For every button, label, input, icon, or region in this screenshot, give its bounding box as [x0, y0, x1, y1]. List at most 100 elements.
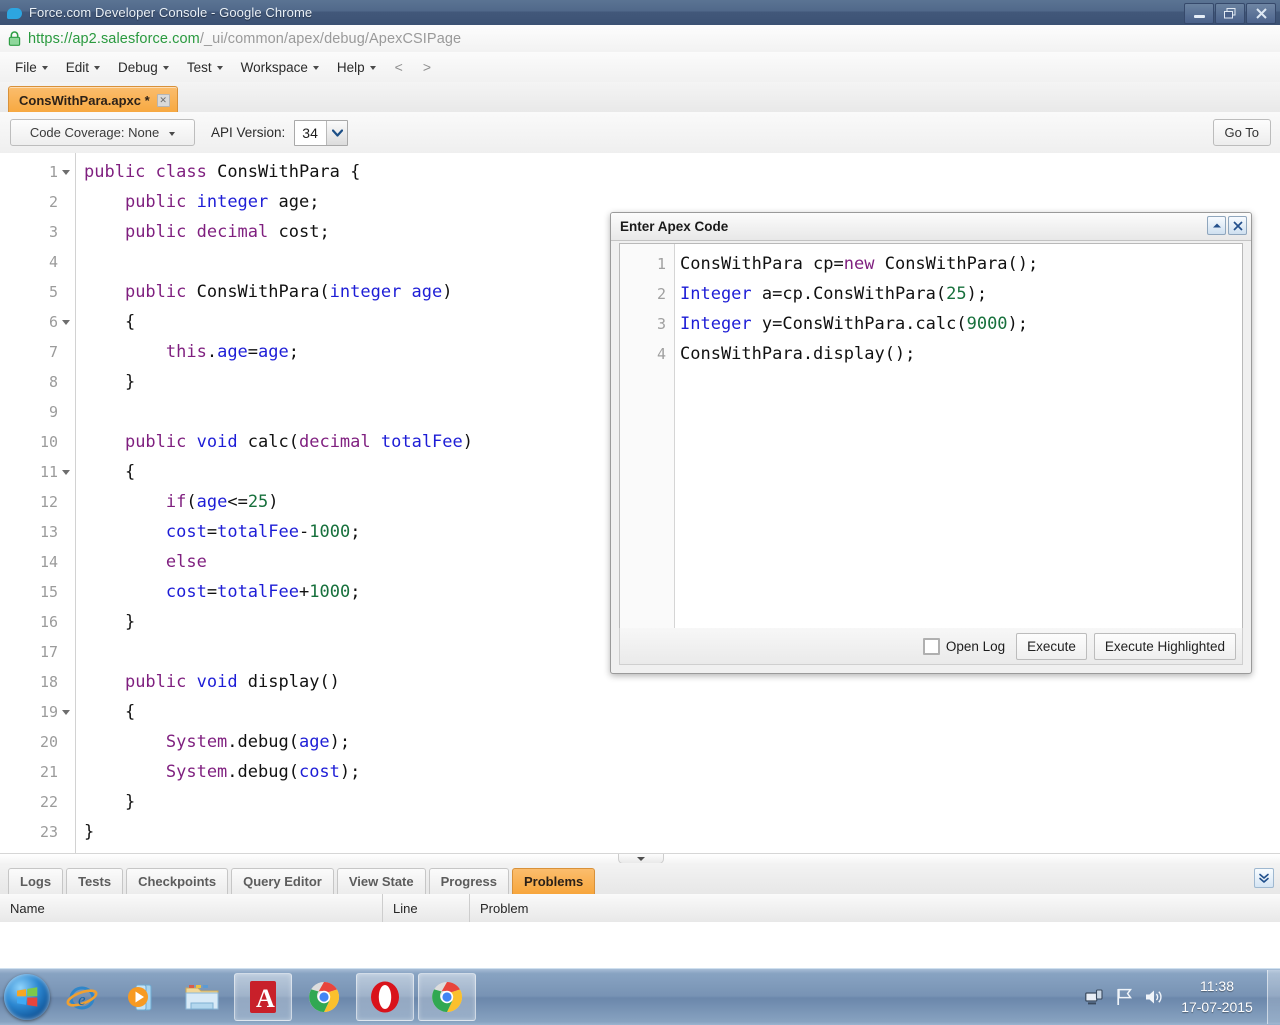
file-tab-conswithpara[interactable]: ConsWithPara.apxc * ✕	[8, 86, 178, 113]
dialog-title-bar: Enter Apex Code	[611, 213, 1251, 241]
bottom-tab-label: Query Editor	[243, 874, 322, 889]
file-explorer-icon[interactable]	[174, 974, 230, 1020]
open-log-checkbox[interactable]	[923, 638, 940, 655]
google-chrome-icon[interactable]	[296, 974, 352, 1020]
editor-code-line[interactable]: cost=totalFee-1000;	[84, 517, 360, 547]
apex-code-area[interactable]: ConsWithPara cp=new ConsWithPara();Integ…	[675, 244, 1242, 642]
fold-triangle-icon[interactable]	[60, 320, 71, 325]
nav-prev-button[interactable]: <	[385, 56, 413, 78]
chevron-down-icon[interactable]	[326, 121, 347, 145]
bottom-tab-tests[interactable]: Tests	[66, 868, 123, 894]
execute-button[interactable]: Execute	[1016, 633, 1087, 660]
editor-code-line[interactable]: public void display()	[84, 667, 340, 697]
restore-button[interactable]	[1215, 3, 1245, 24]
chevron-double-down-icon[interactable]	[1254, 868, 1274, 888]
editor-code-line[interactable]: {	[84, 307, 135, 337]
menu-item-help[interactable]: Help	[328, 57, 385, 78]
editor-code-line[interactable]: {	[84, 697, 135, 727]
editor-code-line[interactable]: this.age=age;	[84, 337, 299, 367]
editor-line-number: 18	[0, 667, 75, 697]
menu-item-workspace[interactable]: Workspace	[232, 57, 328, 78]
menu-label: Test	[187, 60, 212, 75]
menu-item-file[interactable]: File	[6, 57, 57, 78]
open-log-checkbox-wrap[interactable]: Open Log	[923, 638, 1005, 655]
lock-icon	[8, 31, 21, 46]
fold-triangle-icon[interactable]	[60, 470, 71, 475]
fold-triangle-icon[interactable]	[60, 710, 71, 715]
minimize-button[interactable]	[1184, 3, 1214, 24]
menu-label: Help	[337, 60, 365, 75]
fold-triangle-icon[interactable]	[60, 170, 71, 175]
editor-line-number: 1	[0, 157, 75, 187]
apex-code-line[interactable]: Integer a=cp.ConsWithPara(25);	[680, 279, 987, 309]
menu-label: Edit	[66, 60, 89, 75]
editor-line-number: 20	[0, 727, 75, 757]
menu-item-edit[interactable]: Edit	[57, 57, 109, 78]
taskbar-clock[interactable]: 11:38 17-07-2015	[1169, 969, 1265, 1025]
action-center-flag-icon[interactable]	[1109, 969, 1139, 1025]
editor-code-line[interactable]: public class ConsWithPara {	[84, 157, 360, 187]
bottom-tab-problems[interactable]: Problems	[512, 868, 595, 894]
address-bar[interactable]: https://ap2.salesforce.com/_ui/common/ap…	[0, 25, 1280, 53]
editor-code-line[interactable]: System.debug(cost);	[84, 757, 360, 787]
volume-icon[interactable]	[1139, 969, 1169, 1025]
go-to-button[interactable]: Go To	[1213, 119, 1271, 146]
execute-highlighted-button[interactable]: Execute Highlighted	[1094, 633, 1236, 660]
enter-apex-code-dialog[interactable]: Enter Apex Code 1234 ConsWithPara cp=new…	[610, 212, 1252, 674]
editor-code-line[interactable]: {	[84, 457, 135, 487]
editor-line-number: 4	[0, 247, 75, 277]
menu-item-debug[interactable]: Debug	[109, 57, 178, 78]
adobe-reader-icon[interactable]: A	[234, 973, 292, 1021]
apex-code-line[interactable]: Integer y=ConsWithPara.calc(9000);	[680, 309, 1028, 339]
chevron-up-icon[interactable]	[1207, 216, 1226, 235]
editor-code-line[interactable]: public void calc(decimal totalFee)	[84, 427, 473, 457]
editor-code-line[interactable]: public ConsWithPara(integer age)	[84, 277, 453, 307]
bottom-tab-label: Tests	[78, 874, 111, 889]
editor-line-number: 16	[0, 607, 75, 637]
close-icon[interactable]	[1228, 216, 1247, 235]
apex-code-line[interactable]: ConsWithPara cp=new ConsWithPara();	[680, 249, 1038, 279]
api-version-select[interactable]: 34	[294, 120, 348, 146]
network-icon[interactable]	[1079, 969, 1109, 1025]
editor-code-line[interactable]: else	[84, 547, 207, 577]
editor-code-line[interactable]: }	[84, 817, 94, 847]
bottom-tab-label: Progress	[441, 874, 497, 889]
editor-line-number: 6	[0, 307, 75, 337]
internet-explorer-icon[interactable]: e	[54, 974, 110, 1020]
bottom-tab-view-state[interactable]: View State	[337, 868, 426, 894]
google-chrome-icon[interactable]	[418, 973, 476, 1021]
bottom-tab-label: Logs	[20, 874, 51, 889]
show-desktop-button[interactable]	[1267, 970, 1280, 1024]
editor-code-line[interactable]: }	[84, 367, 135, 397]
close-icon[interactable]: ✕	[157, 94, 170, 107]
apex-code-input[interactable]: 1234 ConsWithPara cp=new ConsWithPara();…	[619, 243, 1243, 643]
editor-code-line[interactable]: }	[84, 607, 135, 637]
window-title: Force.com Developer Console - Google Chr…	[29, 5, 312, 20]
close-button[interactable]	[1246, 3, 1276, 24]
editor-code-line[interactable]: }	[84, 787, 135, 817]
nav-next-button[interactable]: >	[413, 56, 441, 78]
bottom-tab-query-editor[interactable]: Query Editor	[231, 868, 334, 894]
bottom-tab-logs[interactable]: Logs	[8, 868, 63, 894]
menu-item-test[interactable]: Test	[178, 57, 232, 78]
column-header-name[interactable]: Name	[0, 894, 383, 922]
apex-code-line[interactable]: ConsWithPara.display();	[680, 339, 915, 369]
editor-line-number: 15	[0, 577, 75, 607]
editor-code-line[interactable]: public decimal cost;	[84, 217, 330, 247]
opera-icon[interactable]	[356, 973, 414, 1021]
editor-toolbar: Code Coverage: None API Version: 34 Go T…	[0, 112, 1280, 154]
editor-code-line[interactable]: cost=totalFee+1000;	[84, 577, 360, 607]
bottom-tab-checkpoints[interactable]: Checkpoints	[126, 868, 228, 894]
column-header-problem[interactable]: Problem	[470, 894, 1280, 922]
browser-title-bar: Force.com Developer Console - Google Chr…	[0, 0, 1280, 26]
bottom-tab-progress[interactable]: Progress	[429, 868, 509, 894]
editor-code-line[interactable]: System.debug(age);	[84, 727, 350, 757]
code-coverage-dropdown[interactable]: Code Coverage: None	[10, 119, 195, 146]
chevron-down-icon	[370, 66, 376, 70]
editor-code-line[interactable]: if(age<=25)	[84, 487, 279, 517]
column-header-line[interactable]: Line	[383, 894, 470, 922]
editor-code-line[interactable]: public integer age;	[84, 187, 319, 217]
start-orb-icon[interactable]	[4, 974, 50, 1020]
windows-media-player-icon[interactable]	[114, 974, 170, 1020]
bottom-tab-label: Checkpoints	[138, 874, 216, 889]
